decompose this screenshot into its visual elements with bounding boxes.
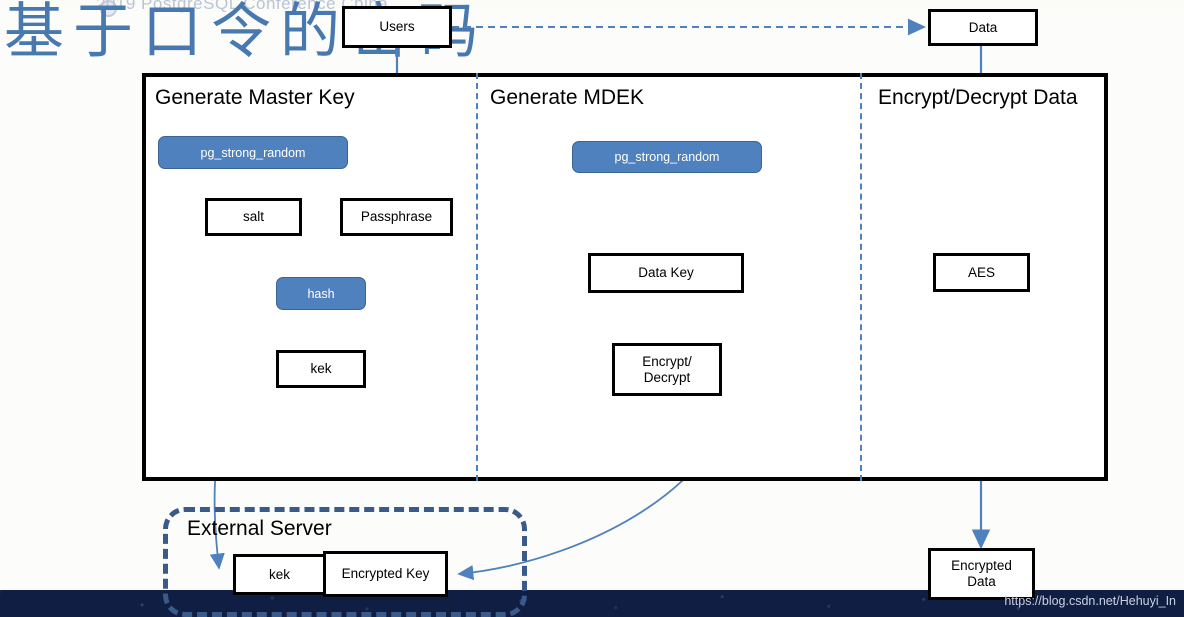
node-encrypt-decrypt-line1: Encrypt/ (642, 353, 692, 369)
section-title-generate-mdek: Generate MDEK (490, 86, 645, 109)
node-pg-strong-random-2-label: pg_strong_random (614, 150, 720, 164)
node-pg-strong-random-1[interactable]: pg_strong_random (158, 136, 348, 169)
node-users-label: Users (379, 19, 415, 34)
node-encrypted-data-line2: Data (967, 574, 996, 589)
node-external-kek-label: kek (268, 566, 290, 582)
node-hash[interactable]: hash (276, 277, 366, 310)
node-pg-strong-random-1-label: pg_strong_random (200, 145, 306, 160)
section-divider-2 (860, 73, 862, 481)
node-pg-strong-random-2[interactable]: pg_strong_random (572, 141, 762, 173)
node-salt[interactable]: salt (205, 198, 302, 236)
node-external-kek[interactable]: kek (233, 554, 326, 595)
node-hash-label: hash (307, 286, 335, 301)
section-title-encrypt-decrypt-data: Encrypt/Decrypt Data (878, 86, 1078, 109)
node-kek[interactable]: kek (276, 350, 366, 388)
node-data-key-label: Data Key (638, 265, 694, 280)
node-data-key[interactable]: Data Key (588, 253, 744, 293)
node-salt-label: salt (242, 209, 264, 224)
section-title-generate-master-key: Generate Master Key (155, 86, 355, 109)
node-encrypted-key-label: Encrypted Key (341, 566, 430, 581)
external-server-title: External Server (187, 517, 332, 540)
node-data[interactable]: Data (928, 9, 1038, 46)
node-encrypted-data-line1: Encrypted (951, 558, 1012, 573)
watermark: https://blog.csdn.net/Hehuyi_In (1004, 594, 1176, 608)
node-aes-label: AES (967, 264, 995, 280)
node-encrypted-data[interactable]: Encrypted Data (928, 548, 1035, 600)
node-data-label: Data (968, 19, 998, 35)
node-encrypted-key[interactable]: Encrypted Key (323, 551, 448, 597)
node-kek-label: kek (310, 361, 332, 376)
node-encrypt-decrypt-line2: Decrypt (643, 369, 691, 385)
node-passphrase[interactable]: Passphrase (340, 198, 453, 236)
node-users[interactable]: Users (342, 6, 452, 48)
node-aes[interactable]: AES (933, 253, 1030, 292)
node-passphrase-label: Passphrase (360, 209, 433, 224)
section-divider-1 (476, 73, 478, 481)
slide-canvas: 2019 PostgreSQL Conference China 基于口令的密码… (0, 0, 1184, 617)
node-encrypt-decrypt[interactable]: Encrypt/ Decrypt (612, 343, 722, 396)
